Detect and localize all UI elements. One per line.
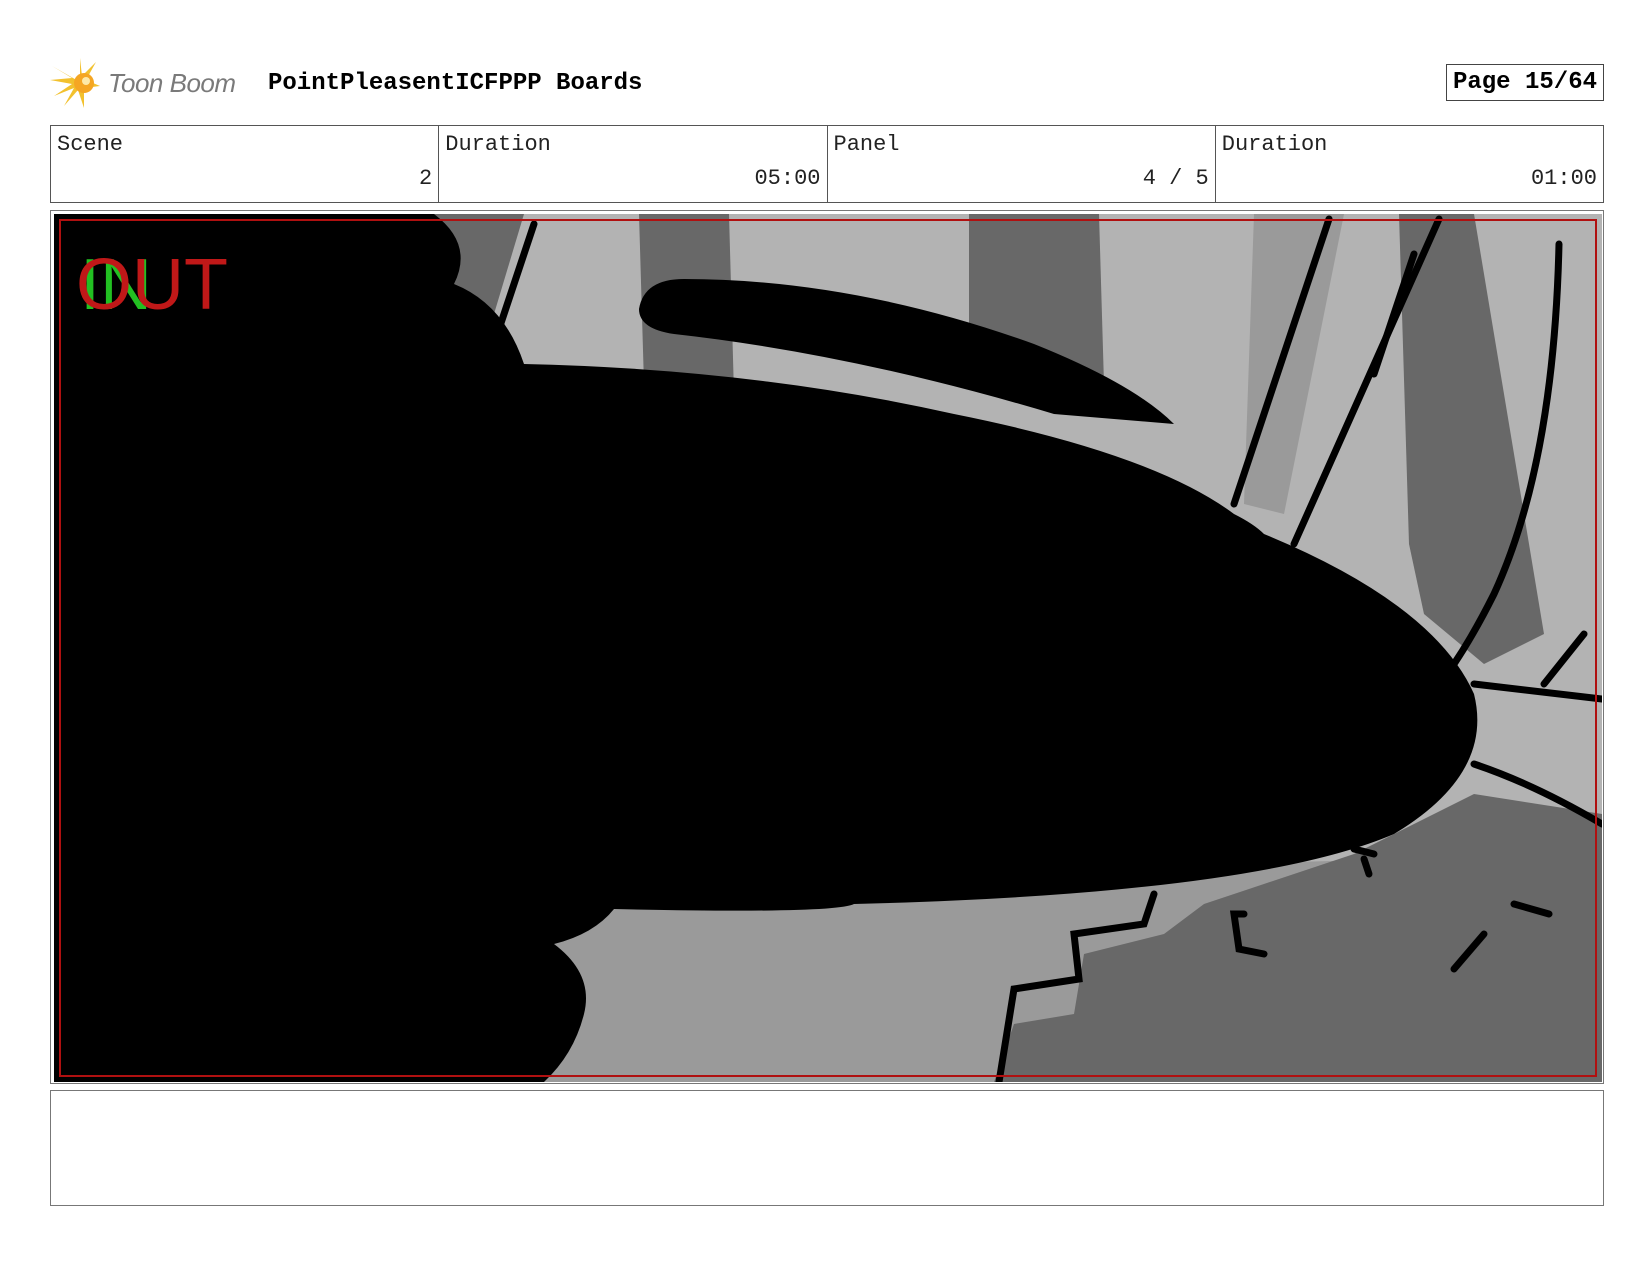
- storyboard-panel: IN OUT: [50, 210, 1604, 1084]
- notes-box[interactable]: [50, 1090, 1604, 1206]
- panel-value: 4 / 5: [1142, 166, 1209, 191]
- panel-duration-cell: Duration 01:00: [1216, 126, 1603, 202]
- scene-label: Scene: [57, 132, 124, 157]
- page-indicator: Page 15/64: [1445, 64, 1604, 101]
- board-title: PointPleasentICFPPP Boards: [268, 70, 643, 97]
- logo-text: Toon Boom: [108, 68, 236, 98]
- scene-duration-value: 05:00: [754, 166, 821, 191]
- panel-cell: Panel 4 / 5: [828, 126, 1216, 202]
- scene-duration-label: Duration: [445, 132, 551, 157]
- panel-duration-label: Duration: [1221, 132, 1328, 157]
- page-header: Toon Boom PointPleasentICFPPP Boards Pag…: [50, 58, 1604, 108]
- panel-duration-value: 01:00: [1530, 166, 1597, 191]
- out-marker: OUT: [76, 245, 228, 325]
- starburst-icon: [50, 58, 100, 108]
- panel-drawing: IN OUT: [54, 214, 1602, 1082]
- scene-value: 2: [419, 166, 433, 191]
- panel-info-row: Scene 2 Duration 05:00 Panel 4 / 5 Durat…: [50, 125, 1604, 203]
- scene-duration-cell: Duration 05:00: [439, 126, 828, 202]
- scene-cell: Scene 2: [51, 126, 440, 202]
- panel-label: Panel: [833, 132, 900, 157]
- toon-boom-logo: Toon Boom: [50, 58, 250, 108]
